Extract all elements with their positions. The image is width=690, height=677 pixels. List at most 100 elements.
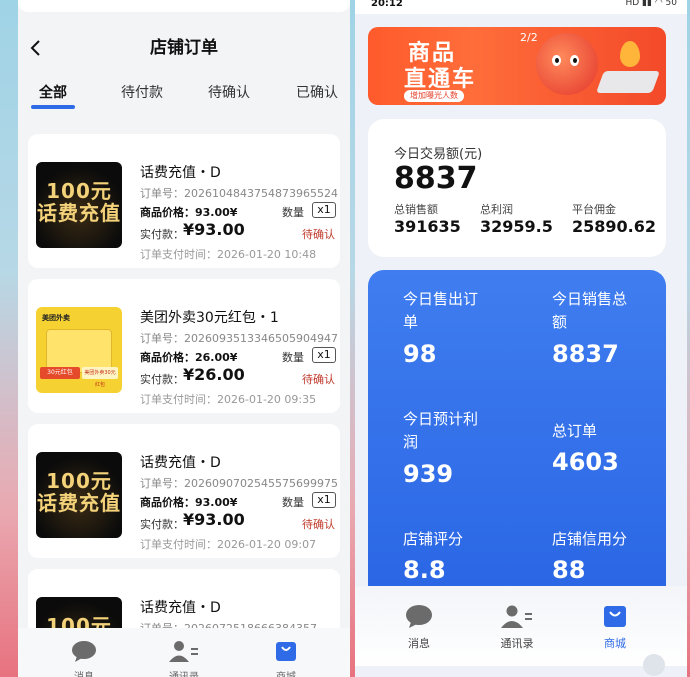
- product-title: 话费充值・D: [140, 600, 221, 616]
- total-sales-value: 391635: [394, 217, 461, 236]
- product-price: 商品价格：26.00¥: [140, 351, 238, 364]
- quantity-label: 数量: [282, 206, 304, 219]
- right-screen: 20:12 HD ▮▮ ◠ 50 商品 直通车 增加曝光人数 2/2 今日交易额…: [355, 0, 687, 677]
- tab-label: 通讯录: [164, 668, 204, 677]
- product-thumbnail: 美团外卖 30元红包 美团外卖30元红包: [36, 307, 122, 393]
- tab-confirmed[interactable]: 已确认: [296, 82, 338, 102]
- top-cap: [18, 0, 350, 12]
- tab-store[interactable]: 商城: [266, 640, 306, 677]
- tab-pending-payment[interactable]: 待付款: [121, 82, 163, 102]
- mascot-icon: [536, 33, 598, 95]
- total-profit-value: 32959.5: [480, 217, 553, 236]
- tab-active-indicator: [31, 105, 75, 109]
- tab-pending-confirm[interactable]: 待确认: [208, 82, 250, 102]
- tab-all[interactable]: 全部: [39, 82, 67, 102]
- tab-contacts[interactable]: 通讯录: [164, 640, 204, 677]
- tab-store[interactable]: 商城: [590, 604, 640, 651]
- tab-label: 通讯录: [500, 637, 534, 650]
- paid-amount: ¥93.00: [183, 220, 245, 239]
- chat-bubble-icon: [406, 605, 432, 628]
- platform-commission-value: 25890.62: [572, 217, 657, 236]
- payment-time: 订单支付时间：2026-01-20 10:48: [140, 248, 317, 261]
- stats-card: 今日售出订单 98 今日销售总额 8837 今日预计利润 939 总订单 460…: [368, 270, 666, 600]
- status-badge: 待确认: [302, 518, 335, 531]
- status-badge: 待确认: [302, 228, 335, 241]
- shopping-bag-icon: [604, 606, 626, 627]
- today-orders-value: 98: [403, 340, 437, 368]
- tab-contacts[interactable]: 通讯录: [492, 604, 542, 651]
- banner-title-line2: 直通车: [404, 67, 477, 92]
- header: 店铺订单: [18, 28, 350, 68]
- banner-page-indicator: 2/2: [520, 31, 538, 44]
- meituan-logo: 美团外卖: [42, 314, 70, 322]
- product-price: 商品价格：93.00¥: [140, 496, 238, 509]
- status-bar: 20:12 HD ▮▮ ◠ 50: [355, 0, 687, 14]
- payment-time: 订单支付时间：2026-01-20 09:35: [140, 393, 317, 406]
- quantity-value: x1: [312, 492, 336, 508]
- quantity-label: 数量: [282, 496, 304, 509]
- product-thumbnail: 100元 话费充值: [36, 162, 122, 248]
- stat-label: 店铺信用分: [552, 530, 628, 548]
- scan-icon[interactable]: [643, 654, 665, 676]
- product-title: 话费充值・D: [140, 455, 221, 471]
- tab-label: 商城: [266, 668, 306, 677]
- stat-label: 总订单: [552, 422, 598, 440]
- quantity-value: x1: [312, 202, 336, 218]
- tab-label: 商城: [604, 637, 626, 650]
- flame-icon: [620, 41, 640, 67]
- back-arrow-icon[interactable]: [26, 38, 46, 58]
- paid-amount: ¥93.00: [183, 510, 245, 529]
- paid-label: 实付款：: [140, 373, 184, 386]
- contacts-icon: [501, 605, 532, 628]
- product-thumbnail: 100元 话费充值: [36, 452, 122, 538]
- status-badge: 待确认: [302, 373, 335, 386]
- tab-messages[interactable]: 消息: [64, 640, 104, 677]
- thumbnail-text: 100元 话费充值: [37, 179, 121, 225]
- left-screen: 店铺订单 全部 待付款 待确认 已确认 100元 话费充值 话费充值・D 订单号…: [18, 0, 350, 677]
- store-credit-value: 88: [552, 556, 586, 584]
- platform-commission-label: 平台佣金: [572, 203, 616, 216]
- coupon-badge: 30元红包: [40, 367, 80, 379]
- coupon-name: 美团外卖30元红包: [82, 367, 118, 388]
- page-title: 店铺订单: [150, 38, 218, 58]
- total-sales-label: 总销售额: [394, 203, 438, 216]
- stat-label: 店铺评分: [403, 530, 464, 548]
- order-number: 订单号：2026090702545575699975: [140, 477, 338, 490]
- order-number: 订单号：2026093513346505904947: [140, 332, 338, 345]
- product-title: 美团外卖30元红包・1: [140, 310, 279, 326]
- banner-subtitle: 增加曝光人数: [404, 90, 464, 102]
- today-summary-card: 今日交易额(元) 8837 总销售额 391635 总利润 32959.5 平台…: [368, 119, 666, 257]
- quantity-value: x1: [312, 347, 336, 363]
- order-card[interactable]: 100元 话费充值 话费充值・D 订单号：2026090702545575699…: [28, 424, 340, 558]
- tab-label: 消息: [408, 637, 430, 650]
- total-orders-value: 4603: [552, 448, 619, 476]
- bottom-tabbar: 消息 通讯录 商城: [18, 628, 350, 677]
- bottom-tabbar: 消息 通讯录 商城: [355, 586, 687, 666]
- today-turnover-value: 8837: [394, 161, 478, 196]
- today-turnover-label: 今日交易额(元): [394, 147, 483, 162]
- tab-messages[interactable]: 消息: [394, 604, 444, 651]
- today-sales-value: 8837: [552, 340, 619, 368]
- thumbnail-text: 100元 话费充值: [37, 469, 121, 515]
- stat-label: 今日售出订单: [403, 290, 479, 331]
- chat-bubble-icon: [72, 641, 96, 662]
- shopping-bag-icon: [276, 642, 296, 661]
- tab-label: 消息: [64, 668, 104, 677]
- status-icons: HD ▮▮ ◠ 50: [625, 0, 678, 8]
- paid-label: 实付款：: [140, 228, 184, 241]
- order-card[interactable]: 美团外卖 30元红包 美团外卖30元红包 美团外卖30元红包・1 订单号：202…: [28, 279, 340, 413]
- stat-label: 今日预计利润: [403, 410, 479, 451]
- store-rating-value: 8.8: [403, 556, 446, 584]
- product-title: 话费充值・D: [140, 165, 221, 181]
- product-price: 商品价格：93.00¥: [140, 206, 238, 219]
- status-time: 20:12: [371, 0, 403, 9]
- order-card[interactable]: 100元 话费充值 话费充值・D 订单号：2026104843754873965…: [28, 134, 340, 268]
- promo-banner[interactable]: 商品 直通车 增加曝光人数 2/2: [368, 27, 666, 105]
- total-profit-label: 总利润: [480, 203, 513, 216]
- today-profit-value: 939: [403, 460, 454, 488]
- quantity-label: 数量: [282, 351, 304, 364]
- paid-label: 实付款：: [140, 518, 184, 531]
- payment-time: 订单支付时间：2026-01-20 09:07: [140, 538, 317, 551]
- order-number: 订单号：2026104843754873965524: [140, 187, 338, 200]
- cart-icon: [595, 71, 661, 93]
